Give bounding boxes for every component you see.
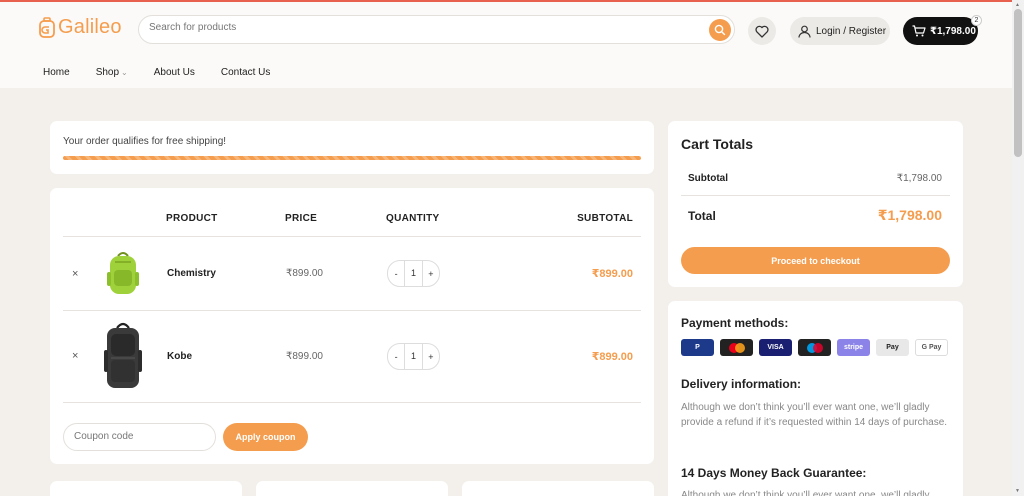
nav-about-us[interactable]: About Us	[154, 67, 195, 78]
nav-contact-us[interactable]: Contact Us	[221, 67, 270, 78]
total-value: ₹1,798.00	[877, 207, 942, 223]
nav-home[interactable]: Home	[43, 67, 70, 78]
shipping-progress-bar	[63, 156, 641, 160]
header-subtotal: SUBTOTAL	[577, 213, 633, 224]
header-quantity: QUANTITY	[386, 213, 440, 224]
cart-count-badge: 2	[971, 15, 982, 26]
nav-shop[interactable]: Shop	[96, 67, 128, 78]
bottom-card	[256, 481, 448, 496]
total-label: Total	[688, 209, 716, 223]
cart-totals: Cart Totals Subtotal ₹1,798.00 Total ₹1,…	[668, 121, 963, 287]
qty-input[interactable]: 1	[404, 261, 423, 286]
qty-increase-button[interactable]: +	[423, 352, 439, 362]
cart-total: ₹1,798.00	[930, 25, 976, 37]
free-shipping-text: Your order qualifies for free shipping!	[63, 136, 227, 147]
login-label: Login / Register	[816, 25, 887, 37]
subtotal-value: ₹1,798.00	[896, 173, 942, 184]
green-backpack-icon	[107, 252, 139, 294]
divider	[63, 236, 641, 237]
mastercard-icon	[720, 339, 753, 356]
product-image-chemistry[interactable]	[106, 250, 140, 301]
payment-methods-title: Payment methods:	[681, 316, 789, 330]
galileo-logo-icon	[39, 16, 55, 38]
cart-totals-title: Cart Totals	[681, 136, 754, 152]
money-back-text: Although we don’t think you’ll ever want…	[681, 490, 930, 496]
coupon-field	[63, 423, 216, 451]
free-shipping-notice: Your order qualifies for free shipping!	[50, 121, 654, 174]
cart-table: PRODUCT PRICE QUANTITY SUBTOTAL × Chemis…	[50, 188, 654, 464]
logo-text: Galileo	[58, 16, 122, 38]
qty-decrease-button[interactable]: -	[388, 352, 404, 362]
black-backpack-icon	[104, 322, 142, 388]
login-register-button[interactable]: Login / Register	[790, 17, 890, 45]
product-price: ₹899.00	[286, 268, 323, 279]
money-back-title: 14 Days Money Back Guarantee:	[681, 466, 867, 480]
scrollbar-thumb[interactable]	[1014, 9, 1022, 157]
qty-increase-button[interactable]: +	[423, 269, 439, 279]
subtotal-label: Subtotal	[688, 173, 728, 184]
divider	[63, 402, 641, 403]
visa-icon: VISA	[759, 339, 792, 356]
search-icon	[714, 24, 726, 36]
apple-pay-icon: Pay	[876, 339, 909, 356]
remove-item-button[interactable]: ×	[72, 268, 78, 280]
maestro-icon	[798, 339, 831, 356]
product-price: ₹899.00	[286, 351, 323, 362]
bottom-card	[50, 481, 242, 496]
qty-decrease-button[interactable]: -	[388, 269, 404, 279]
divider	[681, 195, 950, 196]
store-info-panel: Payment methods: P VISA stripe Pay G Pay…	[668, 301, 963, 496]
search-bar	[138, 15, 735, 44]
heart-icon	[755, 25, 769, 38]
cart-icon	[912, 25, 926, 37]
cart-button[interactable]: ₹1,798.00	[903, 17, 978, 45]
wishlist-button[interactable]	[748, 17, 776, 45]
apply-coupon-button[interactable]: Apply coupon	[223, 423, 308, 451]
main-nav: Home Shop About Us Contact Us	[43, 67, 296, 78]
scroll-down-icon[interactable]: ▼	[1015, 488, 1020, 494]
header-price: PRICE	[285, 213, 318, 224]
paypal-icon: P	[681, 339, 714, 356]
header-product: PRODUCT	[166, 213, 218, 224]
divider	[63, 310, 641, 311]
logo[interactable]: Galileo	[38, 16, 122, 39]
delivery-info-text: Although we don’t think you’ll ever want…	[681, 402, 948, 428]
delivery-info-title: Delivery information:	[681, 377, 802, 391]
product-name[interactable]: Kobe	[167, 351, 192, 362]
payment-methods-list: P VISA stripe Pay G Pay	[681, 339, 954, 356]
search-button[interactable]	[709, 19, 731, 41]
quantity-stepper: - 1 +	[387, 343, 440, 370]
product-subtotal: ₹899.00	[591, 351, 633, 363]
scroll-up-icon[interactable]: ▲	[1015, 2, 1020, 8]
product-image-kobe[interactable]	[103, 320, 143, 397]
google-pay-icon: G Pay	[915, 339, 948, 356]
product-name[interactable]: Chemistry	[167, 268, 216, 279]
search-input[interactable]	[149, 22, 689, 33]
remove-item-button[interactable]: ×	[72, 350, 78, 362]
page-scrollbar[interactable]: ▲ ▼	[1012, 0, 1024, 496]
bottom-card	[462, 481, 654, 496]
quantity-stepper: - 1 +	[387, 260, 440, 287]
proceed-to-checkout-button[interactable]: Proceed to checkout	[681, 247, 950, 274]
product-subtotal: ₹899.00	[591, 268, 633, 280]
stripe-icon: stripe	[837, 339, 870, 356]
qty-input[interactable]: 1	[404, 344, 423, 369]
user-icon	[798, 25, 811, 38]
coupon-input[interactable]	[74, 431, 204, 442]
